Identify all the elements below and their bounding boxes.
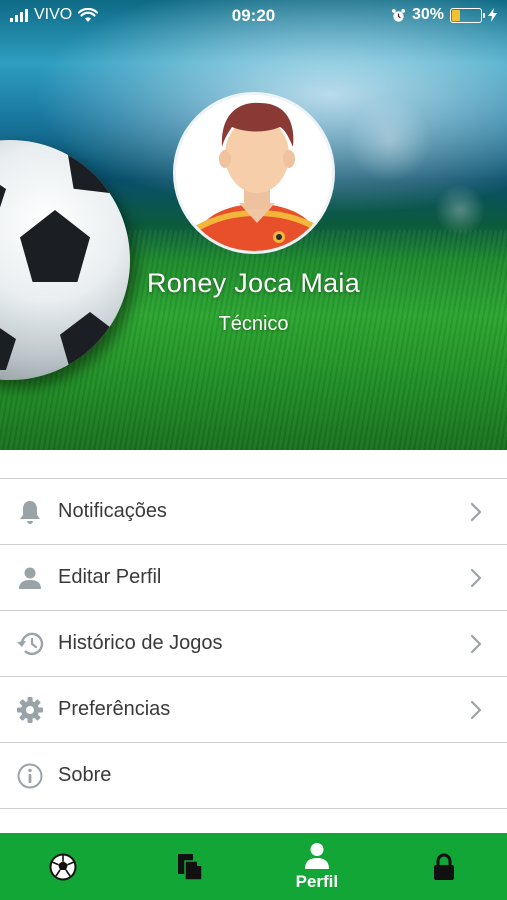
bell-icon	[16, 498, 44, 526]
settings-menu: Notificações Editar Perfil Histórico de …	[0, 478, 507, 809]
battery-icon	[450, 7, 485, 23]
tab-games[interactable]	[0, 833, 127, 900]
user-avatar-icon[interactable]	[173, 92, 335, 254]
chevron-right-icon	[470, 634, 482, 654]
menu-item-about[interactable]: Sobre	[0, 743, 507, 809]
profile-role: Técnico	[218, 313, 289, 335]
menu-item-label: Notificações	[58, 500, 167, 522]
status-bar: VIVO 09:20 30%	[0, 0, 507, 32]
battery-percent: 30%	[411, 6, 444, 23]
menu-item-game-history[interactable]: Histórico de Jogos	[0, 611, 507, 677]
menu-item-label: Editar Perfil	[58, 566, 162, 588]
menu-item-label: Preferências	[58, 698, 171, 720]
tab-label: Perfil	[295, 871, 339, 891]
menu-item-label: Histórico de Jogos	[58, 632, 223, 654]
chevron-right-icon	[470, 700, 482, 720]
chevron-right-icon	[470, 568, 482, 588]
menu-item-preferences[interactable]: Preferências	[0, 677, 507, 743]
info-icon	[16, 762, 44, 790]
alarm-icon	[391, 8, 406, 22]
soccer-ball-icon	[49, 853, 77, 880]
lock-icon	[433, 853, 454, 880]
person-icon	[304, 842, 329, 869]
tab-bar: Perfil	[0, 833, 507, 900]
charging-icon	[488, 8, 497, 22]
person-icon	[16, 564, 44, 592]
gear-icon	[16, 696, 44, 724]
tab-profile[interactable]: Perfil	[254, 833, 381, 900]
tab-documents[interactable]	[127, 833, 254, 900]
history-icon	[16, 630, 44, 658]
status-right: 30%	[391, 6, 497, 24]
chevron-right-icon	[470, 502, 482, 522]
profile-name: Roney Joca Maia	[146, 268, 361, 298]
menu-item-edit-profile[interactable]: Editar Perfil	[0, 545, 507, 611]
documents-icon	[178, 853, 203, 881]
soccer-ball-image	[0, 140, 130, 380]
tab-lock[interactable]	[380, 833, 507, 900]
menu-item-label: Sobre	[58, 764, 112, 786]
menu-item-notifications[interactable]: Notificações	[0, 479, 507, 545]
